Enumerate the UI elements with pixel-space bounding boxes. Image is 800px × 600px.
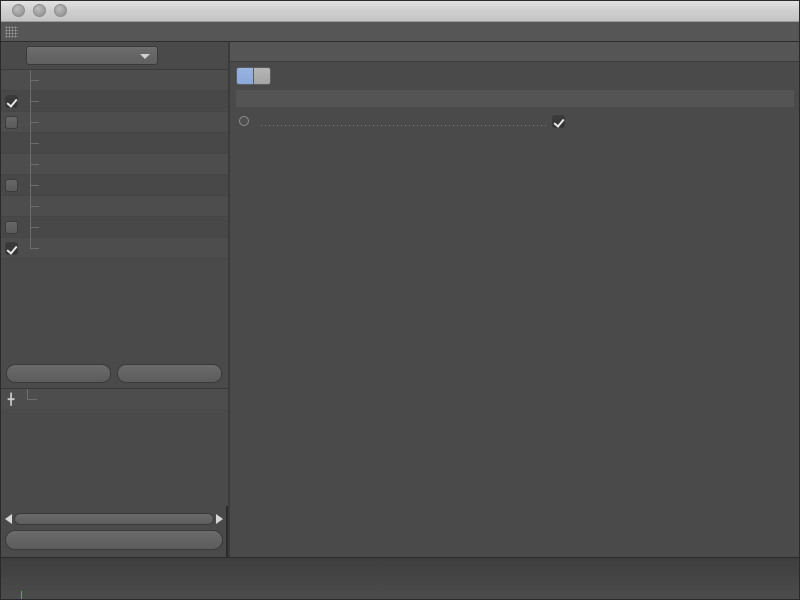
sidebar-item-multi-pass[interactable]	[0, 112, 228, 133]
viewport-strip	[0, 557, 800, 600]
enable-checkbox[interactable]	[4, 241, 18, 255]
property-list	[230, 110, 800, 132]
renderer-dropdown[interactable]	[26, 46, 158, 65]
scroll-right-icon[interactable]	[216, 514, 223, 524]
zoom-icon[interactable]	[54, 4, 67, 17]
sidebar-item-antialiasing[interactable]	[0, 133, 228, 154]
checkbox-slot	[0, 137, 22, 150]
tree-connector	[30, 238, 39, 259]
tree-connector	[30, 154, 39, 175]
renderer-row	[0, 42, 228, 70]
group-title	[236, 90, 794, 107]
sidebar-item-optionen[interactable]	[0, 154, 228, 175]
toolbar-strip	[0, 22, 800, 42]
checkbox-slot	[0, 178, 22, 192]
scrollbar-thumb[interactable]	[14, 513, 214, 525]
list-item[interactable]: ╋	[0, 389, 228, 409]
render-settings-button[interactable]	[5, 530, 223, 550]
checkbox-slot	[0, 74, 22, 87]
property-control	[552, 114, 800, 128]
tree-connector	[30, 175, 39, 196]
sidebar-item-ausgabe[interactable]	[0, 70, 228, 91]
tree-connector	[30, 70, 39, 91]
tab-bar	[230, 62, 800, 86]
grid-handle-icon[interactable]	[5, 26, 18, 38]
effects-button[interactable]	[6, 363, 111, 383]
enable-checkbox[interactable]	[4, 178, 18, 192]
tree-connector	[30, 217, 39, 238]
checkbox-slot	[0, 241, 22, 255]
chevron-down-icon	[140, 54, 150, 59]
tab-basis[interactable]	[236, 66, 254, 85]
multipass-button[interactable]	[117, 363, 222, 383]
checkbox-slot	[0, 115, 22, 129]
tree-connector	[30, 112, 39, 133]
property-row-auf-projekt-wirken	[236, 110, 800, 132]
preset-list: ╋	[0, 388, 228, 506]
enable-checkbox[interactable]	[4, 94, 18, 108]
checkbox-slot	[0, 94, 22, 108]
animate-dot-icon[interactable]	[236, 116, 252, 126]
checkbox-slot	[0, 220, 22, 234]
enable-checkbox[interactable]	[4, 115, 18, 129]
checkbox-slot	[0, 158, 22, 171]
right-panel	[230, 42, 800, 557]
render-settings-tree	[0, 70, 228, 390]
scroll-left-icon[interactable]	[5, 514, 12, 524]
tree-connector	[30, 133, 39, 154]
checkbox-slot	[0, 200, 22, 213]
auf-projekt-wirken-checkbox[interactable]	[552, 114, 565, 128]
sidebar-item-ambient-occlusion[interactable]	[0, 238, 228, 259]
sidebar-item-stereoskopie[interactable]	[0, 175, 228, 196]
axis-y-tick	[21, 591, 22, 600]
sidebar-item-speichern[interactable]	[0, 91, 228, 112]
application-window: ╋	[0, 0, 800, 600]
preset-marker-icon: ╋	[7, 393, 15, 406]
left-button-row	[0, 360, 228, 386]
panel-header	[230, 42, 800, 62]
minimize-icon[interactable]	[33, 4, 46, 17]
tree-connector	[27, 389, 37, 409]
window-controls	[12, 4, 67, 17]
enable-checkbox[interactable]	[4, 220, 18, 234]
sidebar-item-team-render[interactable]	[0, 196, 228, 217]
tree-connector	[30, 91, 39, 112]
sidebar-item-einziges-material[interactable]	[0, 217, 228, 238]
tree-connector	[30, 196, 39, 217]
left-panel: ╋	[0, 42, 228, 557]
close-icon[interactable]	[12, 4, 25, 17]
leader-dots	[261, 125, 548, 126]
horizontal-scrollbar[interactable]	[5, 512, 223, 526]
window-titlebar	[0, 0, 800, 22]
tab-cache[interactable]	[254, 66, 271, 85]
